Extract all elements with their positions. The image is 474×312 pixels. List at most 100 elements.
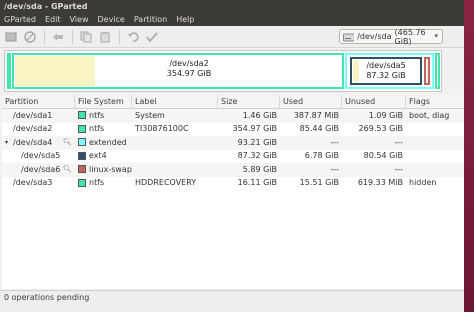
used-cell: 387.87 MiB — [293, 110, 339, 120]
menu-partition[interactable]: Partition — [134, 15, 167, 24]
partition-cell: /dev/sda5 — [2, 149, 75, 163]
used-cell: --- — [330, 164, 339, 174]
filesystem-name: linux-swap — [89, 164, 132, 174]
menu-edit[interactable]: Edit — [45, 15, 61, 24]
partition-cell: /dev/sda2 — [2, 122, 75, 136]
paste-icon — [100, 31, 110, 42]
partition-name: /dev/sda4 — [13, 137, 53, 147]
label-cell — [132, 163, 218, 177]
table-row[interactable]: /dev/sda2 ntfs TI30876100C 354.97 GiB 85… — [2, 123, 464, 137]
column-size[interactable]: Size — [218, 94, 280, 109]
fs-color-swatch — [78, 111, 86, 120]
sda5-graph-name: /dev/sda5 — [366, 61, 406, 70]
device-name: /dev/sda — [357, 32, 392, 41]
graph-sda4-extended[interactable]: /dev/sda5 87.32 GiB — [345, 53, 434, 89]
flags-cell — [406, 122, 464, 136]
column-used[interactable]: Used — [280, 94, 342, 109]
undo-button[interactable] — [126, 30, 140, 44]
table-row[interactable]: ▾/dev/sda4 🔍︎ extended 93.21 GiB --- --- — [2, 136, 464, 150]
unused-cell: --- — [394, 137, 403, 147]
sda5-graph-label: /dev/sda5 87.32 GiB — [354, 61, 418, 81]
menu-device[interactable]: Device — [97, 15, 124, 24]
label-cell: System — [135, 110, 165, 120]
chevron-down-icon: ▾ — [434, 32, 438, 40]
partition-cell: /dev/sda1 — [2, 109, 75, 123]
undo-icon — [128, 31, 139, 42]
flags-cell: hidden — [409, 178, 437, 187]
column-file-system[interactable]: File System — [75, 94, 132, 109]
used-cell: --- — [330, 137, 339, 147]
label-cell — [132, 136, 218, 150]
filesystem-cell: ntfs — [75, 176, 132, 190]
copy-icon — [80, 31, 92, 42]
flags-cell — [406, 149, 464, 163]
filesystem-name: ext4 — [89, 151, 107, 160]
delete-icon — [24, 30, 36, 43]
graph-sda1[interactable] — [7, 53, 11, 89]
toolbar-separator — [72, 29, 73, 44]
sda5-graph-size: 87.32 GiB — [366, 71, 406, 80]
resize-move-button[interactable] — [51, 30, 65, 44]
fs-color-swatch — [78, 124, 86, 133]
filesystem-cell: ext4 — [75, 149, 132, 163]
apply-button[interactable] — [145, 30, 159, 44]
copy-button[interactable] — [79, 30, 93, 44]
key-icon: 🔍︎ — [63, 137, 72, 146]
expander-arrow-icon[interactable]: ▾ — [5, 136, 13, 150]
toolbar-separator — [119, 29, 120, 44]
unused-cell: 619.33 MiB — [357, 178, 403, 187]
column-label[interactable]: Label — [132, 94, 218, 109]
apply-icon — [146, 31, 158, 42]
menu-view[interactable]: View — [70, 15, 89, 24]
table-row[interactable]: /dev/sda3 ntfs HDDRECOVERY 16.11 GiB 15.… — [2, 177, 464, 191]
fs-color-swatch — [78, 138, 86, 147]
used-cell: 15.51 GiB — [299, 178, 339, 187]
flags-cell — [406, 136, 464, 150]
gparted-window: /dev/sda - GParted GParted Edit View Dev… — [0, 0, 464, 312]
size-cell: 5.89 GiB — [242, 164, 277, 174]
table-body: /dev/sda1 ntfs System 1.46 GiB 387.87 Mi… — [2, 109, 464, 190]
filesystem-name: ntfs — [89, 178, 105, 187]
filesystem-cell: linux-swap — [75, 163, 132, 177]
sda2-used-area — [15, 56, 95, 86]
fs-color-swatch — [78, 151, 86, 160]
table-row[interactable]: /dev/sda6 🔍︎ linux-swap 5.89 GiB --- --- — [2, 163, 464, 177]
menu-gparted[interactable]: GParted — [4, 15, 36, 24]
column-flags[interactable]: Flags — [406, 95, 464, 109]
resize-icon — [53, 32, 63, 41]
menu-help[interactable]: Help — [176, 15, 194, 24]
graph-sda6[interactable] — [424, 57, 430, 85]
toolbar: /dev/sda (465.76 GiB) ▾ — [0, 26, 464, 48]
column-partition[interactable]: Partition — [2, 94, 75, 109]
device-selector[interactable]: /dev/sda (465.76 GiB) ▾ — [339, 28, 443, 46]
paste-button[interactable] — [98, 30, 112, 44]
partition-name: /dev/sda3 — [13, 178, 53, 187]
sda2-graph-label: /dev/sda2 354.97 GiB — [144, 59, 234, 79]
filesystem-cell: ntfs — [75, 109, 132, 123]
menu-bar: GParted Edit View Device Partition Help — [0, 12, 464, 26]
filesystem-cell: ntfs — [75, 122, 132, 136]
column-unused[interactable]: Unused — [342, 94, 406, 109]
size-cell: 87.32 GiB — [237, 151, 277, 160]
key-icon: 🔍︎ — [63, 164, 72, 173]
size-cell: 93.21 GiB — [237, 137, 277, 147]
partition-cell: /dev/sda6 🔍︎ — [2, 163, 75, 177]
table-row[interactable]: /dev/sda5 ext4 87.32 GiB 6.78 GiB 80.54 … — [2, 150, 464, 164]
flags-cell: boot, diag — [409, 110, 450, 120]
delete-partition-button[interactable] — [23, 30, 37, 44]
graph-sda3[interactable] — [435, 53, 440, 89]
harddisk-icon — [343, 33, 355, 41]
partition-table: Partition File System Label Size Used Un… — [2, 94, 464, 289]
size-cell: 1.46 GiB — [242, 110, 277, 120]
partition-cell: /dev/sda3 — [2, 176, 75, 190]
graph-sda2[interactable]: /dev/sda2 354.97 GiB — [12, 53, 344, 89]
toolbar-separator — [44, 29, 45, 44]
graph-sda5[interactable]: /dev/sda5 87.32 GiB — [350, 57, 422, 85]
flags-cell — [406, 163, 464, 177]
size-cell: 354.97 GiB — [232, 124, 277, 133]
new-partition-button[interactable] — [4, 30, 18, 44]
table-row[interactable]: /dev/sda1 ntfs System 1.46 GiB 387.87 Mi… — [2, 109, 464, 123]
new-icon — [5, 32, 17, 41]
filesystem-name: extended — [89, 137, 127, 147]
partition-cell: ▾/dev/sda4 🔍︎ — [2, 136, 75, 150]
